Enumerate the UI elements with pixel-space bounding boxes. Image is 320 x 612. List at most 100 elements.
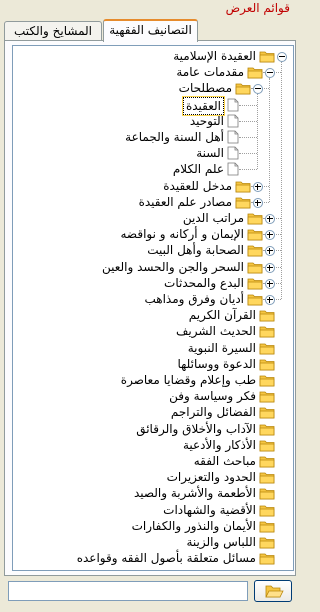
- folder-icon: [235, 195, 251, 209]
- tree-folder-node[interactable]: مقدمات عامة: [13, 64, 293, 80]
- tree-folder-node[interactable]: الأقضية والشهادات: [13, 502, 293, 518]
- collapse-icon[interactable]: [253, 84, 263, 95]
- expand-icon[interactable]: [265, 262, 275, 273]
- tree-node-label: الأقضية والشهادات: [163, 502, 256, 517]
- tree-folder-node[interactable]: السحر والجن والحسد والعين: [13, 259, 293, 275]
- tree-node-label: الأذكار والأدعية: [182, 437, 256, 452]
- document-icon: [227, 114, 239, 128]
- expand-icon[interactable]: [265, 295, 275, 305]
- tree-folder-node[interactable]: مصطلحات: [13, 80, 293, 96]
- tree-folder-node[interactable]: اللباس والزينة: [13, 534, 293, 550]
- folder-icon: [259, 357, 275, 371]
- document-icon: [227, 130, 239, 144]
- tree-folder-node[interactable]: أديان وفرق ومذاهب: [13, 291, 293, 307]
- expand-icon[interactable]: [265, 246, 275, 257]
- folder-icon: [247, 276, 263, 290]
- folder-icon: [247, 243, 263, 257]
- title-bar: قوائم العرض: [0, 0, 300, 18]
- tree-node-label: اللباس والزينة: [186, 535, 256, 549]
- expand-icon[interactable]: [265, 278, 275, 289]
- tree-folder-node[interactable]: البدع والمحدثات: [13, 275, 293, 291]
- tree-folder-node[interactable]: الأذكار والأدعية: [13, 437, 293, 453]
- tree-folder-node[interactable]: الآداب والأخلاق والرقائق: [13, 421, 293, 437]
- search-input[interactable]: [8, 581, 248, 601]
- tree-folder-node[interactable]: الفضائل والتراجم: [13, 404, 293, 420]
- tree-folder-node[interactable]: فكر وسياسة وفن: [13, 388, 293, 404]
- folder-icon: [259, 373, 275, 387]
- tree-node-label: مقدمات عامة: [176, 65, 244, 80]
- tree-node-label: الدعوة ووسائلها: [177, 356, 256, 371]
- tree-folder-node[interactable]: الأطعمة والأشربة والصيد: [13, 485, 293, 501]
- folder-icon: [259, 503, 275, 517]
- tree-connector: [239, 137, 257, 138]
- tree-folder-node[interactable]: الحدود والتعزيرات: [13, 469, 293, 485]
- tree-folder-node[interactable]: السيرة النبوية: [13, 340, 293, 356]
- tree-node-label: مصطلحات: [178, 81, 232, 96]
- folder-icon: [259, 454, 275, 468]
- tree-node-label: مدخل للعقيدة: [163, 178, 232, 193]
- expand-icon[interactable]: [265, 230, 275, 241]
- folder-icon: [259, 535, 275, 549]
- tree-leaf-node[interactable]: السنة: [13, 145, 293, 161]
- folder-icon: [247, 227, 263, 241]
- folder-icon: [235, 81, 251, 95]
- tree-guide-line: [257, 94, 258, 170]
- tree-leaf-node[interactable]: علم الكلام: [13, 161, 293, 177]
- bottom-bar: [4, 578, 296, 606]
- tree-folder-node[interactable]: الدعوة ووسائلها: [13, 356, 293, 372]
- tree-guide-line: [269, 78, 270, 202]
- tree-node-label: أديان وفرق ومذاهب: [144, 292, 244, 306]
- tree-folder-node[interactable]: الحديث الشريف: [13, 323, 293, 339]
- tree-node-label: التوحيد: [189, 113, 224, 128]
- tree-folder-node[interactable]: مسائل متعلقة بأصول الفقه وقواعده: [13, 550, 293, 566]
- folder-icon: [235, 179, 251, 193]
- tree-folder-node[interactable]: الأيمان والنذور والكفارات: [13, 518, 293, 534]
- tree-folder-node[interactable]: القرآن الكريم: [13, 307, 293, 323]
- tree-node-label: مباحث الفقه: [193, 454, 256, 468]
- tree-folder-node[interactable]: العقيدة الإسلامية: [13, 48, 293, 64]
- tree-node-label: الأيمان والنذور والكفارات: [131, 518, 256, 533]
- folder-icon: [259, 49, 275, 63]
- tree-folder-node[interactable]: الإيمان و أركانه و نواقضه: [13, 226, 293, 242]
- folder-icon: [247, 292, 263, 306]
- document-icon: [227, 98, 239, 112]
- tree-folder-node[interactable]: مصادر علم العقيدة: [13, 194, 293, 210]
- expand-icon[interactable]: [253, 197, 263, 208]
- folder-icon: [247, 211, 263, 225]
- category-tree[interactable]: العقيدة الإسلامية مقدمات عامة مصطلحات العقي…: [12, 45, 294, 571]
- tree-folder-node[interactable]: مراتب الدين: [13, 210, 293, 226]
- expand-icon[interactable]: [253, 181, 263, 192]
- collapse-icon[interactable]: [265, 68, 275, 79]
- folder-icon: [259, 486, 275, 500]
- expand-icon[interactable]: [265, 214, 275, 224]
- tree-node-label: الحدود والتعزيرات: [166, 470, 256, 485]
- tree-node-label: أهل السنة والجماعة: [125, 130, 224, 144]
- tree-guide-line: [281, 62, 282, 299]
- tree-leaf-node[interactable]: التوحيد: [13, 113, 293, 129]
- window-title: قوائم العرض: [225, 1, 290, 15]
- tree-node-label: الأطعمة والأشربة والصيد: [133, 486, 256, 501]
- folder-icon: [259, 422, 275, 436]
- tree-connector: [239, 169, 257, 171]
- tree-node-label: علم الكلام: [172, 162, 224, 177]
- tree-folder-node[interactable]: الصحابة وأهل البيت: [13, 242, 293, 258]
- folder-icon: [259, 519, 275, 533]
- open-folder-button[interactable]: [254, 580, 292, 602]
- tab-fiqh-categories[interactable]: التصانيف الفقهية: [103, 19, 198, 42]
- folder-icon: [259, 438, 275, 452]
- tree-node-label: السنة: [196, 146, 224, 161]
- tree-node-label: الإيمان و أركانه و نواقضه: [120, 227, 245, 242]
- tab-strip: المشايخ والكتب التصانيف الفقهية: [4, 19, 296, 42]
- tab-scholars-books[interactable]: المشايخ والكتب: [4, 21, 102, 40]
- tree-leaf-node[interactable]: أهل السنة والجماعة: [13, 129, 293, 145]
- tree-folder-node[interactable]: طب وإعلام وقضايا معاصرة: [13, 372, 293, 388]
- tree-node-label: العقيدة الإسلامية: [173, 49, 256, 63]
- folder-icon: [259, 405, 275, 419]
- collapse-icon[interactable]: [277, 52, 287, 62]
- tree-node-label: الآداب والأخلاق والرقائق: [136, 421, 256, 436]
- tree-folder-node[interactable]: مدخل للعقيدة: [13, 178, 293, 194]
- tree-leaf-node[interactable]: العقيدة: [13, 95, 293, 116]
- folder-icon: [259, 308, 275, 322]
- tree-folder-node[interactable]: مباحث الفقه: [13, 453, 293, 469]
- tree-node-label: الحديث الشريف: [175, 324, 256, 339]
